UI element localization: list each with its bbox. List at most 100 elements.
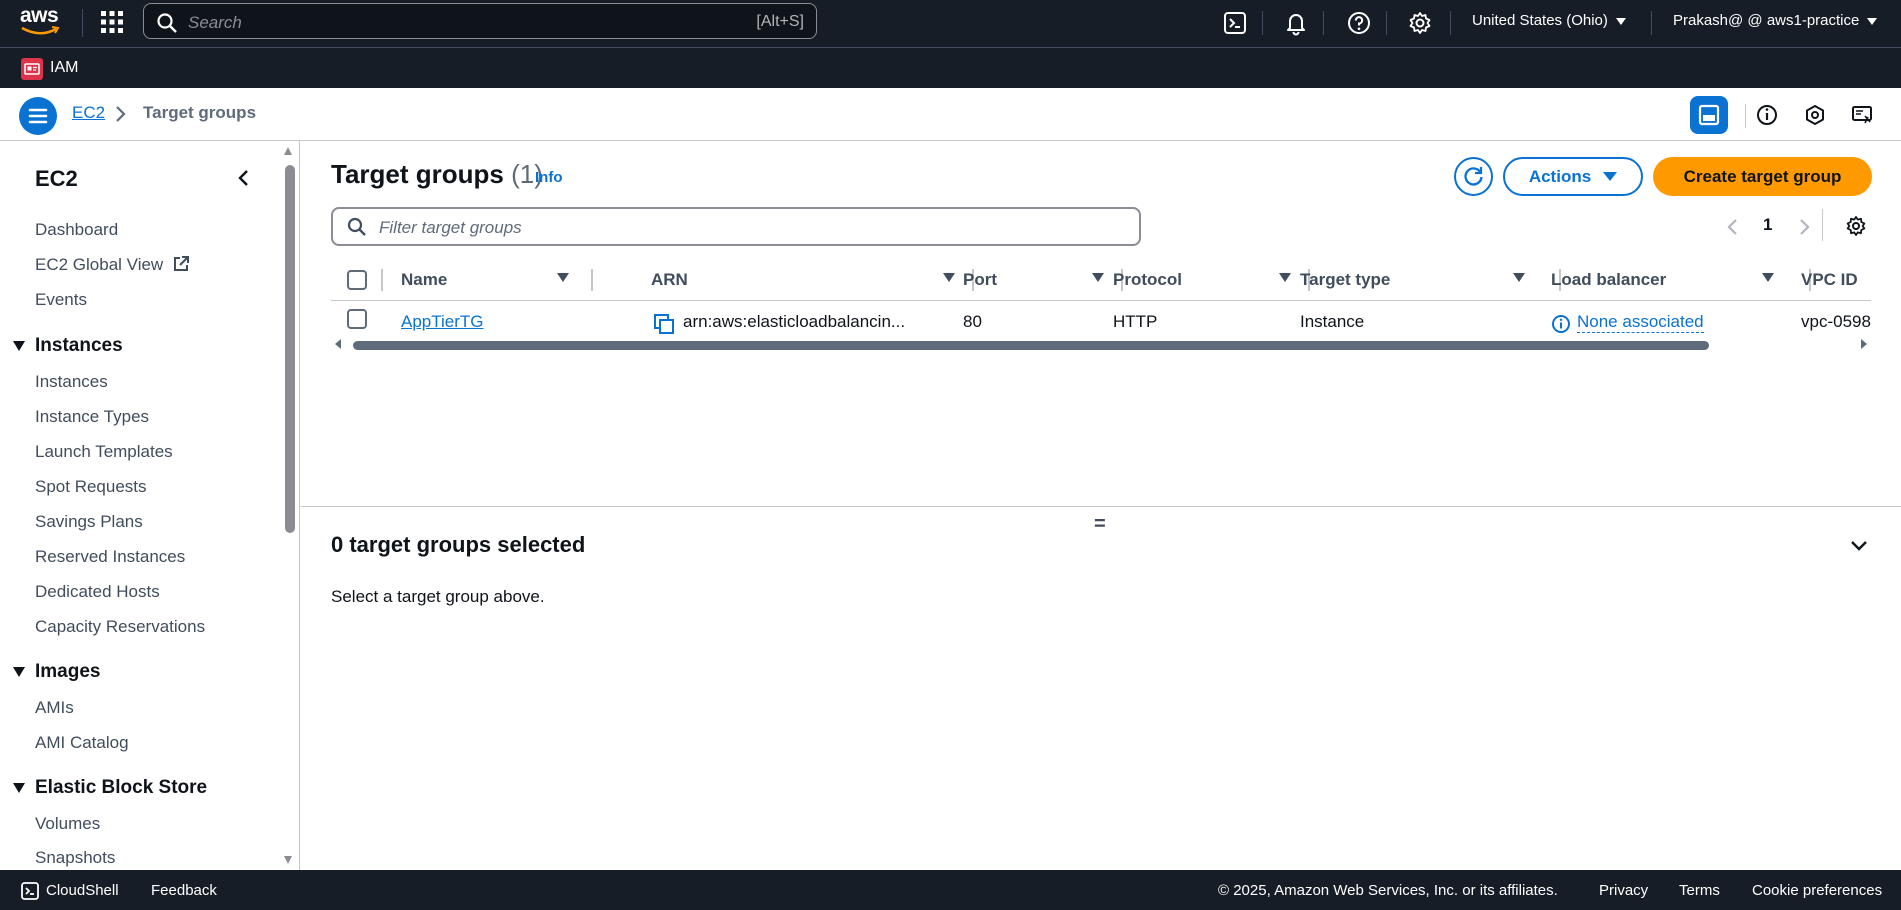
breadcrumb-bar: EC2 Target groups	[0, 88, 1901, 141]
sort-icon[interactable]	[1762, 273, 1774, 282]
pagination-divider	[1822, 209, 1823, 241]
aws-smile-icon	[21, 26, 60, 35]
sort-icon[interactable]	[557, 273, 569, 282]
port-value: 80	[963, 312, 982, 331]
filter-target-groups-input[interactable]: Filter target groups	[331, 207, 1141, 246]
menu-toggle-button[interactable]	[19, 97, 57, 135]
footer-cloudshell-link[interactable]: CloudShell	[46, 882, 119, 899]
sidebar-item-capacity-reservations[interactable]: Capacity Reservations	[35, 617, 205, 637]
topbar-divider	[82, 9, 83, 37]
sidebar-section-images[interactable]: Images	[35, 661, 100, 683]
column-header-target-type[interactable]: Target type	[1300, 259, 1390, 301]
caret-down-icon[interactable]	[13, 783, 25, 793]
sidebar-item-ami-catalog[interactable]: AMI Catalog	[35, 733, 129, 753]
sidebar-item-instance-types[interactable]: Instance Types	[35, 407, 149, 427]
iam-service-icon[interactable]	[21, 58, 43, 80]
split-panel-resize-handle[interactable]: =	[1094, 513, 1106, 536]
sidebar-item-savings-plans[interactable]: Savings Plans	[35, 512, 143, 532]
column-header-protocol[interactable]: Protocol	[1113, 259, 1182, 301]
breadcrumb-ec2-link[interactable]: EC2	[72, 103, 105, 123]
chevron-down-icon[interactable]	[1848, 538, 1870, 554]
footer-copyright: © 2025, Amazon Web Services, Inc. or its…	[1218, 882, 1558, 899]
chevron-left-icon[interactable]	[1726, 217, 1740, 237]
sidebar-item-dashboard[interactable]: Dashboard	[35, 220, 118, 240]
sidebar-item-spot-requests[interactable]: Spot Requests	[35, 477, 147, 497]
aws-logo[interactable]: aws	[20, 5, 64, 40]
search-placeholder: Search	[188, 13, 242, 32]
sidebar-section-instances[interactable]: Instances	[35, 335, 123, 357]
info-link[interactable]: Info	[535, 169, 563, 186]
iam-service-link[interactable]: IAM	[50, 59, 78, 77]
global-search-input[interactable]: Search [Alt+S]	[143, 3, 817, 39]
split-panel-message: Select a target group above.	[331, 587, 545, 606]
main-content: Target groups (1) Info Actions Create ta…	[301, 141, 1901, 870]
topbar-divider	[1450, 11, 1451, 35]
column-header-load-balancer[interactable]: Load balancer	[1551, 259, 1666, 301]
footer-terms-link[interactable]: Terms	[1679, 882, 1720, 899]
caret-down-icon	[1615, 17, 1626, 25]
select-all-checkbox[interactable]	[347, 270, 367, 290]
side-navigation: EC2 Dashboard EC2 Global View Events Ins…	[0, 141, 300, 870]
caret-down-icon[interactable]	[13, 341, 25, 351]
sidebar-item-launch-templates[interactable]: Launch Templates	[35, 442, 173, 462]
split-panel-title: 0 target groups selected	[331, 532, 586, 557]
tutorial-panel-icon[interactable]	[1843, 96, 1881, 134]
sidenav-title[interactable]: EC2	[35, 166, 78, 192]
target-group-name-link[interactable]: AppTierTG	[401, 312, 484, 332]
breadcrumb-current: Target groups	[143, 103, 257, 122]
refresh-button[interactable]	[1454, 157, 1493, 196]
sidebar-item-volumes[interactable]: Volumes	[35, 814, 100, 834]
column-header-arn[interactable]: ARN	[651, 259, 688, 301]
cloudshell-icon[interactable]	[20, 881, 40, 901]
sidebar-item-dedicated-hosts[interactable]: Dedicated Hosts	[35, 582, 160, 602]
topbar-divider	[1651, 11, 1652, 35]
sidebar-item-amis[interactable]: AMIs	[35, 698, 74, 718]
column-header-vpc-id[interactable]: VPC ID	[1801, 259, 1858, 301]
sort-icon[interactable]	[1092, 273, 1104, 282]
sidebar-item-events[interactable]: Events	[35, 290, 87, 310]
caret-down-icon	[1603, 172, 1618, 181]
footer-feedback-link[interactable]: Feedback	[151, 882, 217, 899]
account-menu[interactable]: Prakash@ @ aws1-practice	[1673, 12, 1878, 29]
sort-icon[interactable]	[1513, 273, 1525, 282]
chevron-right-icon	[114, 104, 128, 124]
topbar-divider	[1323, 11, 1324, 35]
caret-down-icon[interactable]	[13, 667, 25, 677]
chevron-left-icon[interactable]	[234, 167, 254, 189]
sidebar-item-ec2-global-view[interactable]: EC2 Global View	[35, 255, 190, 275]
split-panel-toggle-icon[interactable]	[1690, 96, 1728, 134]
amazon-q-icon[interactable]	[1796, 96, 1834, 134]
table-scroll-thumb[interactable]	[353, 341, 1709, 350]
sidebar-item-reserved-instances[interactable]: Reserved Instances	[35, 547, 185, 567]
column-divider[interactable]	[591, 269, 593, 291]
gear-icon[interactable]	[1845, 215, 1867, 237]
actions-button[interactable]: Actions	[1503, 157, 1643, 196]
row-checkbox[interactable]	[347, 309, 367, 329]
info-icon	[1551, 314, 1571, 334]
bell-icon[interactable]	[1283, 10, 1309, 36]
page-number[interactable]: 1	[1763, 215, 1772, 235]
copy-icon[interactable]	[653, 313, 675, 335]
settings-icon[interactable]	[1407, 10, 1433, 36]
sidebar-section-elastic-block-store[interactable]: Elastic Block Store	[35, 777, 207, 799]
footer-bar: CloudShell Feedback © 2025, Amazon Web S…	[0, 870, 1901, 910]
sidebar-item-snapshots[interactable]: Snapshots	[35, 848, 115, 868]
column-header-port[interactable]: Port	[963, 259, 997, 301]
create-target-group-button[interactable]: Create target group	[1653, 157, 1872, 196]
sidebar-item-instances[interactable]: Instances	[35, 372, 108, 392]
load-balancer-link[interactable]: None associated	[1577, 312, 1704, 333]
favorites-bar: IAM	[0, 47, 1901, 88]
help-icon[interactable]	[1346, 10, 1372, 36]
cloudshell-icon[interactable]	[1222, 10, 1248, 36]
region-selector[interactable]: United States (Ohio)	[1472, 12, 1626, 29]
chevron-right-icon[interactable]	[1797, 217, 1811, 237]
footer-cookie-preferences-link[interactable]: Cookie preferences	[1752, 882, 1882, 899]
footer-privacy-link[interactable]: Privacy	[1599, 882, 1648, 899]
info-panel-icon[interactable]	[1748, 96, 1786, 134]
apps-grid-icon[interactable]	[100, 10, 124, 34]
toolbar-divider	[1745, 104, 1746, 128]
sort-icon[interactable]	[943, 273, 955, 282]
sort-icon[interactable]	[1279, 273, 1291, 282]
sidenav-scroll-thumb[interactable]	[285, 165, 295, 533]
column-header-name[interactable]: Name	[401, 259, 447, 301]
